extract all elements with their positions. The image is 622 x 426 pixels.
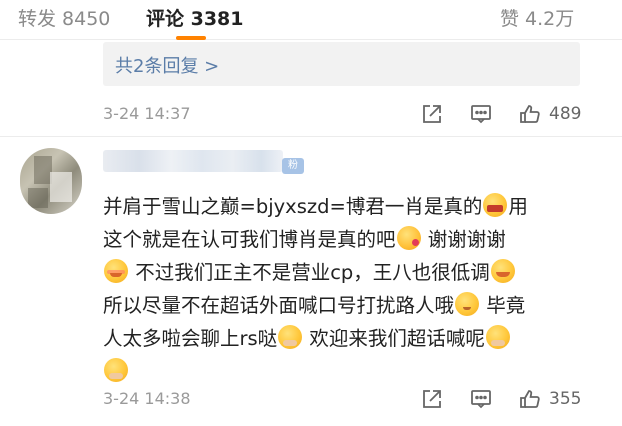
smiling-face-icon bbox=[104, 259, 128, 283]
share-square-icon[interactable] bbox=[420, 387, 444, 411]
comment-time: 3-24 14:37 bbox=[103, 104, 191, 123]
reply-thread-box[interactable]: 共2条回复 > bbox=[103, 42, 580, 86]
tab-repost[interactable]: 转发 8450 bbox=[18, 4, 110, 31]
tab-comments[interactable]: 评论 3381 bbox=[146, 4, 244, 31]
comment-text-segment: 欢迎来我们超话喊呢 bbox=[309, 327, 485, 350]
hug-face-icon bbox=[278, 325, 303, 349]
comment-text-segment: 并肩于雪山之巅=bjyxszd=博君一肖是真的 bbox=[103, 195, 483, 218]
comment-meta-row: 3-24 14:38 355 bbox=[0, 385, 622, 415]
comment-bubble-icon[interactable] bbox=[469, 387, 493, 411]
comment-text-segment: 所以尽量不在超话外面喊口号打扰路人哦 bbox=[103, 294, 455, 317]
active-tab-indicator bbox=[176, 36, 206, 40]
view-replies-link[interactable]: 共2条回复 > bbox=[115, 52, 219, 78]
comment-divider bbox=[0, 136, 622, 137]
thumbs-up-icon[interactable] bbox=[518, 387, 542, 411]
share-square-icon[interactable] bbox=[420, 102, 444, 126]
username-blurred[interactable] bbox=[103, 150, 283, 172]
comment-text-segment: 人太多啦会聊上rs哒 bbox=[103, 327, 278, 350]
comment-text-segment: 这个就是在认可我们博肖是真的吧 bbox=[103, 228, 396, 251]
tab-likes[interactable]: 赞 4.2万 bbox=[500, 4, 574, 31]
comment-text-segment: 用 bbox=[508, 195, 528, 218]
comment-text: 并肩于雪山之巅=bjyxszd=博君一肖是真的 用 这个就是在认可我们博肖是真的吧… bbox=[103, 190, 593, 388]
crying-face-icon bbox=[483, 193, 508, 217]
shy-face-icon bbox=[490, 259, 515, 283]
kiss-face-icon bbox=[396, 226, 421, 250]
avatar[interactable] bbox=[20, 148, 82, 214]
comment-bubble-icon[interactable] bbox=[469, 102, 493, 126]
hug-face-icon bbox=[104, 358, 128, 382]
like-count: 489 bbox=[549, 104, 582, 124]
comment-text-segment: 不过我们正主不是营业cp，王八也很低调 bbox=[135, 261, 490, 284]
comment-text-segment: 毕竟 bbox=[486, 294, 526, 317]
comment-text-segment: 谢谢谢谢 bbox=[427, 228, 506, 251]
thinking-face-icon bbox=[455, 292, 480, 316]
hug-face-icon bbox=[485, 325, 510, 349]
comment-time: 3-24 14:38 bbox=[103, 389, 191, 408]
comment-tabs: 转发 8450 评论 3381 赞 4.2万 bbox=[0, 0, 622, 40]
thumbs-up-icon[interactable] bbox=[518, 102, 542, 126]
like-count: 355 bbox=[549, 389, 582, 409]
comment-meta-row: 3-24 14:37 489 bbox=[0, 100, 622, 130]
fan-badge: 粉 bbox=[282, 158, 304, 174]
